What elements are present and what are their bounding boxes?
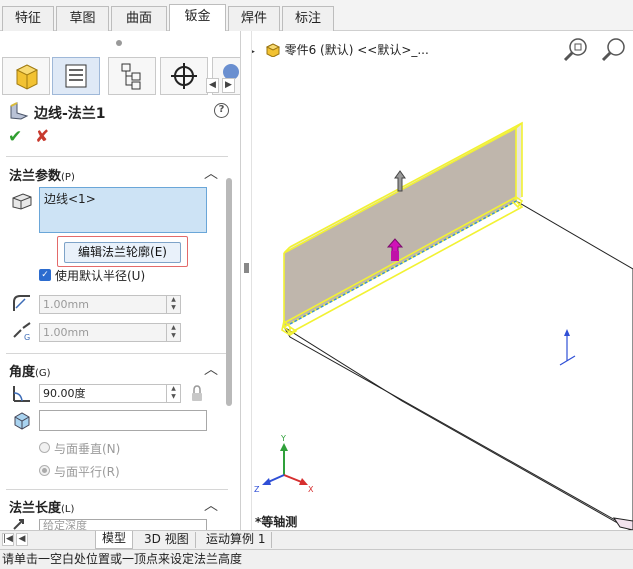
flange-angle-spinner[interactable]: ▲ ▼ (166, 385, 180, 402)
tab-property-manager[interactable] (52, 57, 100, 95)
panel-splitter[interactable] (241, 31, 252, 530)
tab-features[interactable]: 特征 (2, 6, 54, 31)
end-condition-select[interactable]: 给定深度 (39, 519, 207, 530)
configuration-manager-icon (121, 63, 141, 90)
gap-distance-icon: G (13, 322, 31, 341)
gap-distance-spinner[interactable]: ▲ ▼ (166, 324, 180, 341)
flange-angle-field[interactable]: 90.00度 ▲ ▼ (39, 384, 181, 403)
first-tab-button[interactable]: |◀ (2, 533, 14, 546)
view-orientation-label: *等轴测 (255, 515, 298, 529)
edge-list-item[interactable]: 边线<1> (44, 192, 96, 206)
splitter-grip[interactable] (244, 263, 249, 273)
tab-sketch[interactable]: 草图 (56, 6, 109, 31)
cancel-button[interactable]: ✘ (35, 127, 49, 147)
reference-triad: Y X Z (254, 434, 314, 493)
gap-distance-field[interactable]: 1.00mm ▲ ▼ (39, 323, 181, 342)
chevron-up-icon[interactable]: ︿ (204, 495, 218, 515)
tab-scroll-left-button[interactable]: ◀ (206, 78, 219, 93)
command-manager-tabs: 特征 草图 曲面 钣金 焊件 标注 (0, 0, 633, 32)
property-manager: ◀ ▶ 边线-法兰1 ? ✔ ✘ 法兰参数(P) ︿ 边线<1> 编辑法兰轮廓(… (0, 31, 241, 530)
feature-tree-icon (15, 64, 39, 90)
svg-text:G: G (24, 333, 30, 341)
tab-dimxpert-manager[interactable] (160, 57, 208, 95)
divider (6, 353, 228, 354)
panel-title: 边线-法兰1 (34, 106, 106, 122)
length-direction-icon (13, 519, 24, 530)
flange-angle-value: 90.00度 (43, 387, 86, 400)
edge-flange-icon (10, 102, 29, 120)
triad-y-label: Y (280, 434, 286, 443)
tab-dimxpert[interactable]: 标注 (282, 6, 334, 31)
chevron-up-icon[interactable]: ︿ (204, 359, 218, 379)
perpendicular-radio[interactable] (39, 442, 50, 453)
tab-configuration-manager[interactable] (108, 57, 156, 95)
parallel-label: 与面平行(R) (54, 465, 120, 479)
tab-sheet-metal[interactable]: 钣金 (169, 4, 226, 32)
tab-scroll-right-button[interactable]: ▶ (222, 78, 235, 93)
tab-surfaces[interactable]: 曲面 (111, 6, 167, 31)
bend-radius-spinner[interactable]: ▲ ▼ (166, 296, 180, 313)
edge-selection-list[interactable]: 边线<1> (39, 187, 207, 233)
bend-radius-value: 1.00mm (43, 298, 89, 311)
flange-length-header[interactable]: 法兰长度(L) (9, 497, 74, 516)
flange-params-header[interactable]: 法兰参数(P) (9, 165, 75, 184)
prev-tab-button[interactable]: ◀ (16, 533, 28, 546)
tab-feature-tree[interactable] (2, 57, 50, 95)
perpendicular-label: 与面垂直(N) (54, 442, 121, 456)
use-default-radius-label: 使用默认半径(U) (55, 269, 146, 283)
model-tabs: |◀ ◀ 模型 3D 视图 运动算例 1 (0, 530, 633, 549)
bend-radius-icon (13, 295, 30, 311)
bend-radius-field[interactable]: 1.00mm ▲ ▼ (39, 295, 181, 314)
triad-x-label: X (308, 485, 314, 493)
gap-distance-value: 1.00mm (43, 326, 89, 339)
graphics-area[interactable]: ▶ 零件6 (默认) <<默认>_... (252, 31, 633, 530)
status-bar: 请单击一空白处位置或一顶点来设定法兰高度 (0, 549, 633, 569)
triad-z-label: Z (254, 485, 260, 493)
angle-header[interactable]: 角度(G) (9, 361, 51, 380)
flange-angle-icon (13, 386, 30, 402)
property-manager-icon (65, 64, 87, 88)
edit-flange-profile-button[interactable]: 编辑法兰轮廓(E) (64, 242, 181, 263)
tab-weldments[interactable]: 焊件 (228, 6, 280, 31)
face-select-icon (14, 412, 30, 430)
parallel-radio[interactable] (39, 465, 50, 476)
panel-grip[interactable] (116, 40, 122, 46)
tab-motion-study[interactable]: 运动算例 1 (200, 532, 273, 548)
use-default-radius-checkbox[interactable]: ✓ (39, 269, 51, 281)
ok-button[interactable]: ✔ (8, 127, 22, 147)
crosshair-icon (171, 63, 197, 89)
help-icon[interactable]: ? (214, 103, 229, 118)
panel-scrollbar[interactable] (226, 178, 232, 406)
divider (6, 156, 228, 157)
edge-select-icon (12, 193, 32, 210)
tab-3d-view[interactable]: 3D 视图 (138, 532, 196, 548)
chevron-up-icon[interactable]: ︿ (204, 163, 218, 183)
divider (6, 489, 228, 490)
face-selection-field[interactable] (39, 410, 207, 431)
lock-icon[interactable] (190, 385, 204, 402)
tab-model[interactable]: 模型 (95, 531, 134, 549)
